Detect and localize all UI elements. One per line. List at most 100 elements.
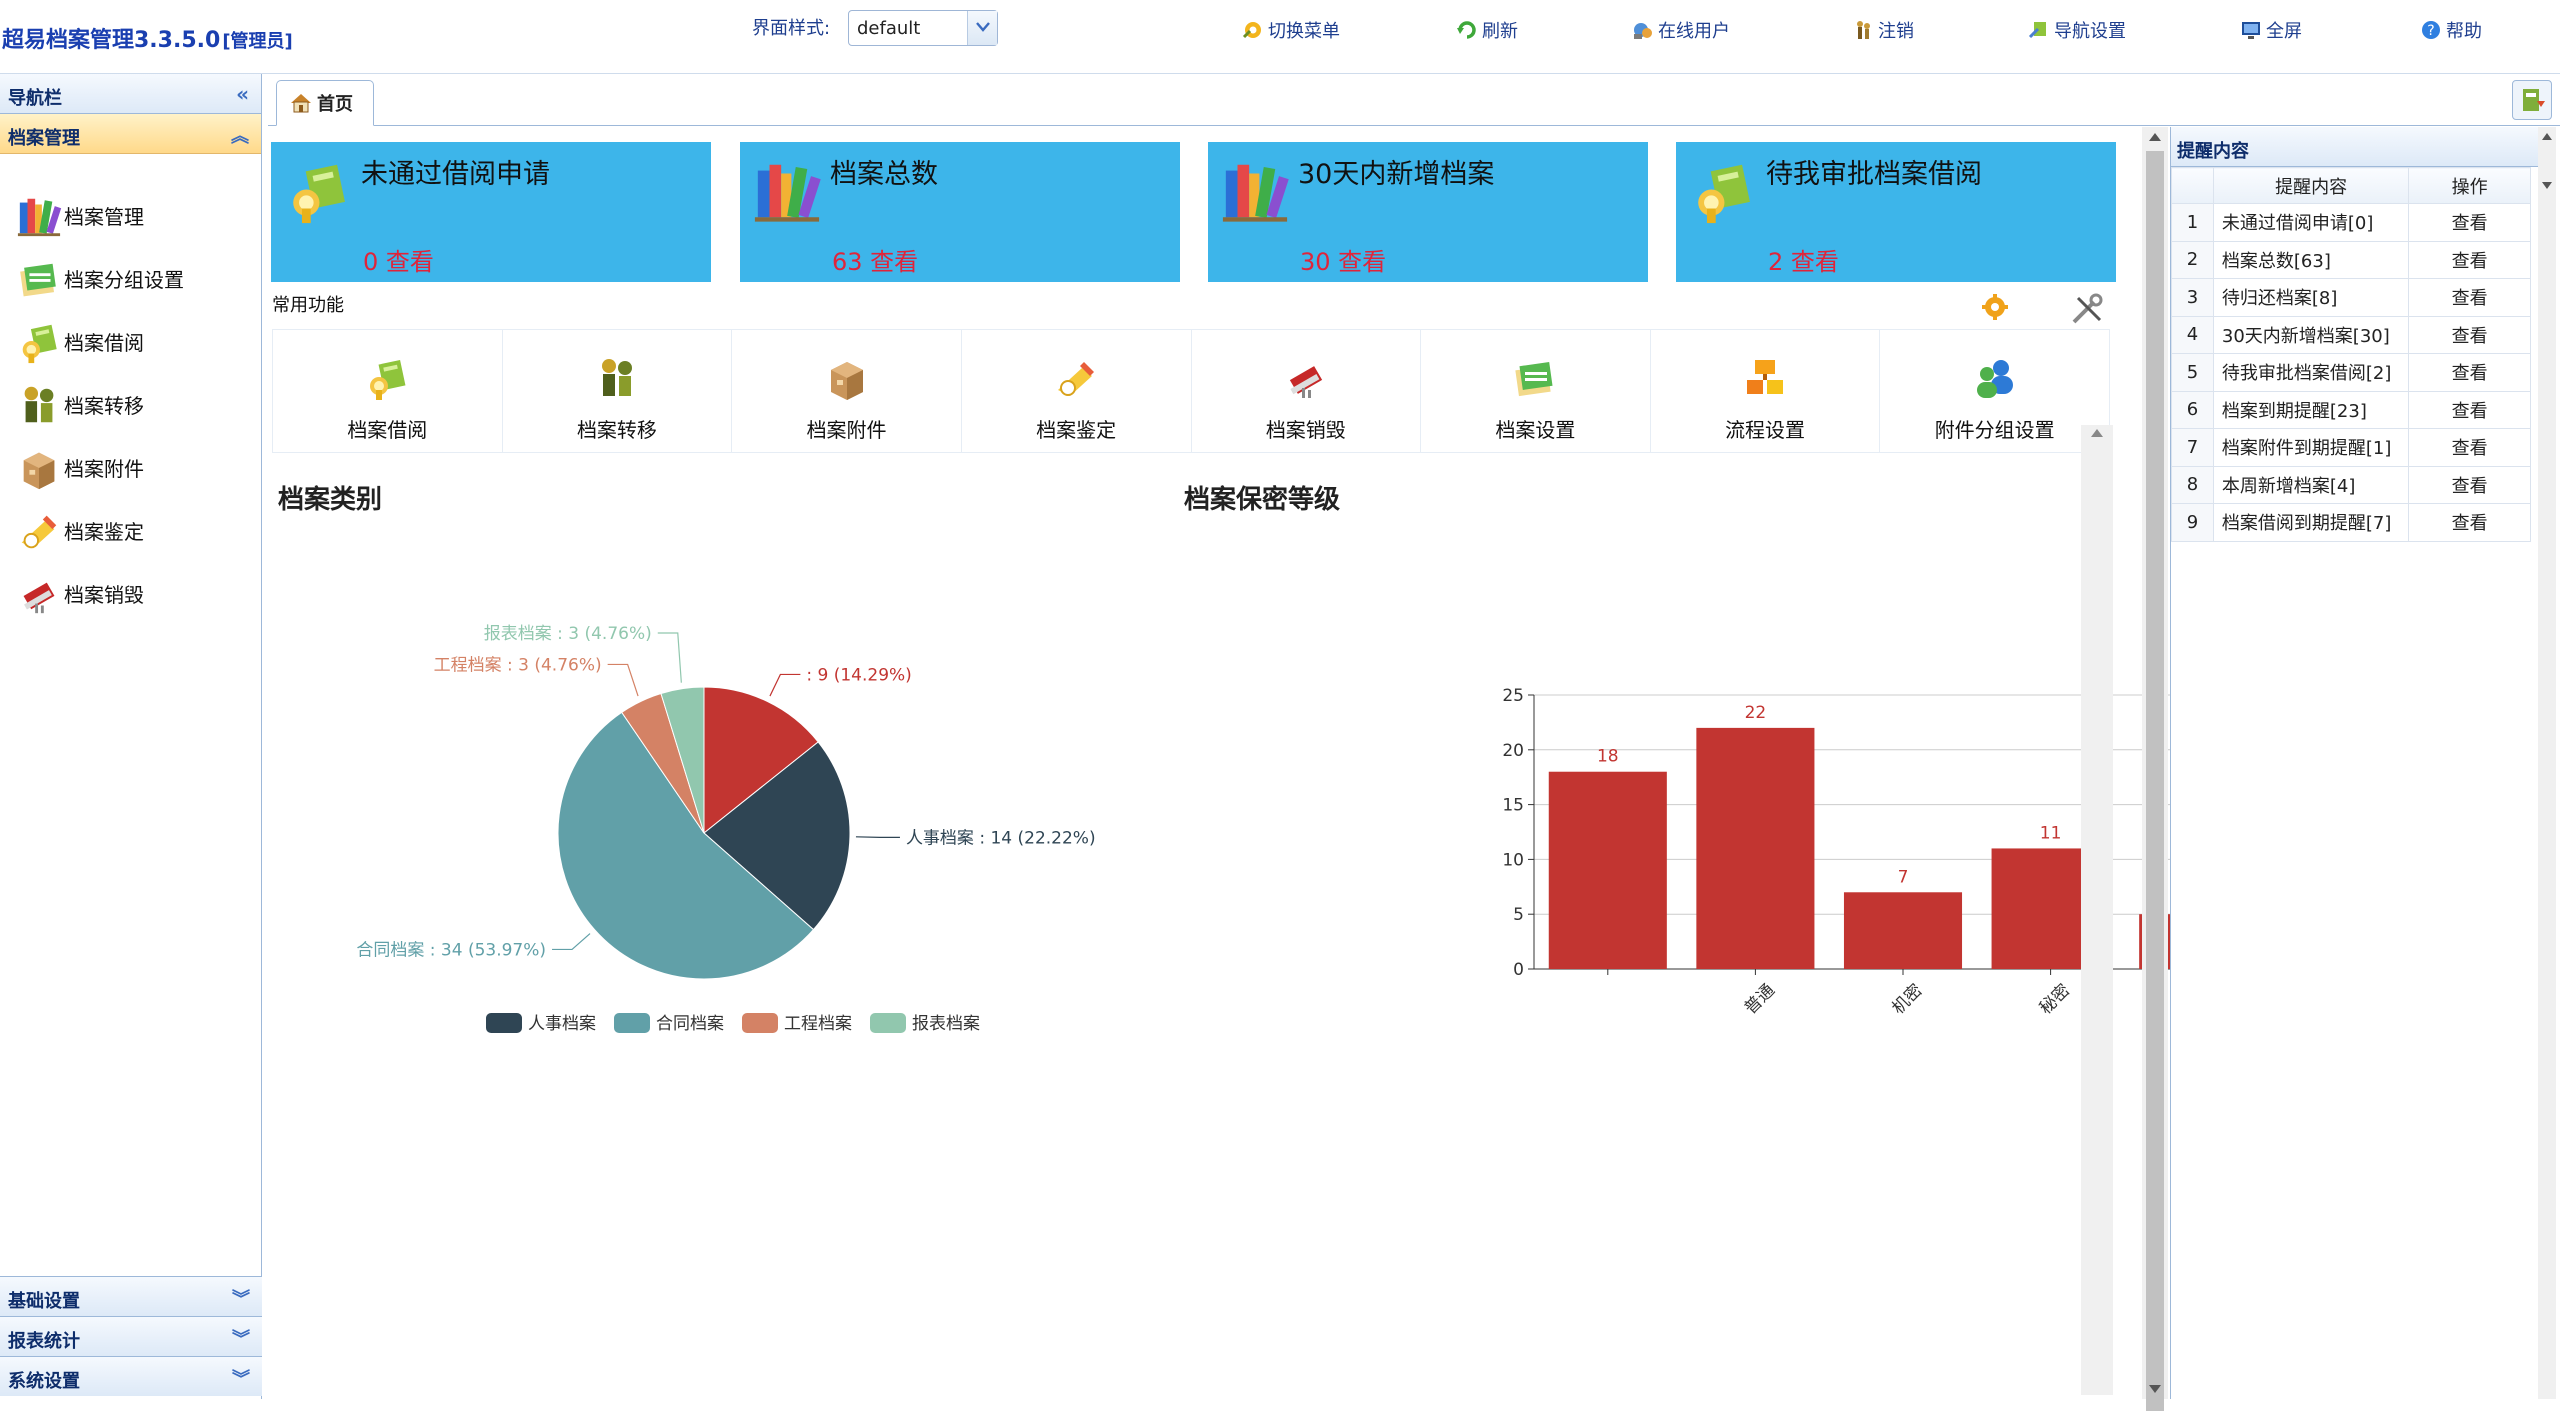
- refresh-button[interactable]: 刷新: [1456, 16, 1518, 44]
- logout-button[interactable]: 注销: [1852, 16, 1914, 44]
- books-icon: [752, 156, 822, 226]
- sidebar-item-label: 档案借阅: [64, 331, 144, 355]
- view-link[interactable]: 查看: [2408, 353, 2531, 392]
- stat-card-value[interactable]: 30 查看: [1300, 242, 1386, 277]
- legend-swatch[interactable]: [742, 1013, 778, 1033]
- legend-label[interactable]: 报表档案: [912, 1014, 980, 1034]
- scroll-up-icon[interactable]: [2091, 429, 2103, 437]
- view-link[interactable]: 查看: [2408, 428, 2531, 467]
- users-group-icon: [1971, 354, 2019, 402]
- reminder-content: 待我审批档案借阅[2]: [2212, 353, 2410, 392]
- chevron-down-icon[interactable]: [967, 11, 997, 45]
- style-select[interactable]: default: [848, 10, 998, 46]
- view-link[interactable]: 查看: [2408, 240, 2531, 279]
- main-scrollbar[interactable]: [2142, 127, 2168, 1411]
- stat-card-value[interactable]: 0 查看: [363, 242, 434, 277]
- online-users-button[interactable]: 在线用户: [1632, 16, 1730, 44]
- sidebar-group-system-settings[interactable]: 系统设置 ︾: [0, 1356, 262, 1396]
- pie-slice-label: 合同档案 : 34 (53.97%): [356, 940, 546, 960]
- sidebar-list: 档案管理 档案分组设置 档案借阅 档案转移 档案附件 档案鉴定 档案销毁: [0, 154, 261, 625]
- bar[interactable]: [1696, 727, 1815, 969]
- sidebar-group-label: 基础设置: [8, 1291, 80, 1312]
- reminder-scrollbar[interactable]: [2538, 127, 2556, 1399]
- func-label: 档案转移: [576, 418, 657, 442]
- pie-slice-label: : 9 (14.29%): [806, 665, 911, 685]
- view-link[interactable]: 查看: [2408, 203, 2531, 242]
- sidebar-item-destroy[interactable]: 档案销毁: [0, 562, 261, 625]
- legend-label[interactable]: 人事档案: [528, 1014, 596, 1034]
- sidebar: 导航栏 « 档案管理 ︽ 档案管理 档案分组设置 档案借阅 档案转移 档案附件 …: [0, 74, 262, 1399]
- view-link[interactable]: 查看: [2408, 278, 2531, 317]
- view-link[interactable]: 查看: [2408, 315, 2531, 354]
- legend-label[interactable]: 合同档案: [656, 1014, 724, 1034]
- func-attachment-group-settings[interactable]: 附件分组设置: [1880, 330, 2109, 452]
- stat-card-new-30-days[interactable]: 30天内新增档案 30 查看: [1208, 142, 1648, 282]
- tools-icon[interactable]: [2070, 292, 2104, 326]
- gear-icon[interactable]: [1980, 292, 2010, 322]
- view-link[interactable]: 查看: [2408, 390, 2531, 429]
- scroll-up-icon[interactable]: [2542, 133, 2552, 140]
- chevron-down-icon[interactable]: ︾: [232, 1325, 250, 1351]
- sidebar-item-archive-manage[interactable]: 档案管理: [0, 184, 261, 247]
- sidebar-group-basic-settings[interactable]: 基础设置 ︾: [0, 1276, 262, 1316]
- scrollbar-thumb[interactable]: [2146, 151, 2164, 1411]
- style-label: 界面样式:: [752, 18, 831, 39]
- scroll-down-icon[interactable]: [2149, 1385, 2161, 1393]
- chevron-down-icon[interactable]: ︾: [232, 1285, 250, 1311]
- online-users-icon: [1634, 23, 1652, 39]
- func-archive-settings[interactable]: 档案设置: [1421, 330, 1651, 452]
- inner-scrollbar[interactable]: [2081, 425, 2113, 1395]
- attachment-box-icon: [16, 445, 62, 491]
- sidebar-item-label: 档案销毁: [64, 583, 144, 607]
- stat-card-pending-approval[interactable]: 待我审批档案借阅 2 查看: [1676, 142, 2116, 282]
- view-link[interactable]: 查看: [2408, 503, 2531, 542]
- func-workflow-settings[interactable]: 流程设置: [1651, 330, 1881, 452]
- func-borrow[interactable]: 档案借阅: [273, 330, 503, 452]
- nav-settings-button[interactable]: 导航设置: [2028, 16, 2126, 44]
- bar[interactable]: [1843, 892, 1963, 969]
- chevron-up-icon[interactable]: ︽: [231, 122, 249, 148]
- sidebar-item-borrow[interactable]: 档案借阅: [0, 310, 261, 373]
- func-label: 附件分组设置: [1934, 418, 2055, 442]
- tab-tools-button[interactable]: [2512, 80, 2552, 120]
- legend-swatch[interactable]: [870, 1013, 906, 1033]
- legend-swatch[interactable]: [614, 1013, 650, 1033]
- stat-card-total-archives[interactable]: 档案总数 63 查看: [740, 142, 1180, 282]
- bar[interactable]: [1548, 771, 1667, 969]
- reminder-content: 待归还档案[8]: [2212, 278, 2410, 317]
- app-title-text: 超易档案管理3.3.5.0: [2, 28, 221, 53]
- reminder-content: 本周新增档案[4]: [2212, 465, 2410, 504]
- main-content: 未通过借阅申请 0 查看 档案总数 63 查看 30天内新增档案 30 查看 待…: [268, 127, 2272, 1395]
- sidebar-group-reports[interactable]: 报表统计 ︾: [0, 1316, 262, 1356]
- sidebar-item-label: 档案分组设置: [64, 268, 184, 292]
- func-transfer[interactable]: 档案转移: [503, 330, 733, 452]
- legend-label[interactable]: 工程档案: [784, 1014, 852, 1034]
- switch-menu-button[interactable]: 切换菜单: [1242, 16, 1340, 44]
- stat-card-rejected-borrow[interactable]: 未通过借阅申请 0 查看: [271, 142, 711, 282]
- row-number: 3: [2171, 278, 2214, 317]
- tab-home[interactable]: 首页: [276, 80, 374, 126]
- func-attachment[interactable]: 档案附件: [732, 330, 962, 452]
- scroll-down-icon[interactable]: [2542, 182, 2552, 189]
- legend-swatch[interactable]: [486, 1013, 522, 1033]
- row-number: 8: [2171, 465, 2214, 504]
- table-header-row: 提醒内容 操作: [2171, 167, 2531, 204]
- scroll-up-icon[interactable]: [2149, 133, 2161, 141]
- fullscreen-button[interactable]: 全屏: [2240, 16, 2302, 44]
- chevron-down-icon[interactable]: ︾: [232, 1365, 250, 1391]
- help-button[interactable]: ? 帮助: [2420, 16, 2482, 44]
- workflow-icon: [1741, 354, 1789, 402]
- collapse-left-icon[interactable]: «: [236, 82, 249, 106]
- reminder-table: 提醒内容 操作 1 未通过借阅申请[0] 查看 2 档案总数[63] 查看 3 待归还档案[8…: [2171, 167, 2531, 542]
- y-tick-label: 5: [1513, 905, 1524, 925]
- sidebar-item-group-settings[interactable]: 档案分组设置: [0, 247, 261, 310]
- stat-card-value[interactable]: 2 查看: [1768, 242, 1839, 277]
- func-appraisal[interactable]: 档案鉴定: [962, 330, 1192, 452]
- sidebar-item-attachment[interactable]: 档案附件: [0, 436, 261, 499]
- sidebar-group-archive[interactable]: 档案管理 ︽: [0, 114, 261, 154]
- func-destroy[interactable]: 档案销毁: [1192, 330, 1422, 452]
- stat-card-value[interactable]: 63 查看: [832, 242, 918, 277]
- sidebar-item-transfer[interactable]: 档案转移: [0, 373, 261, 436]
- sidebar-item-appraisal[interactable]: 档案鉴定: [0, 499, 261, 562]
- view-link[interactable]: 查看: [2408, 465, 2531, 504]
